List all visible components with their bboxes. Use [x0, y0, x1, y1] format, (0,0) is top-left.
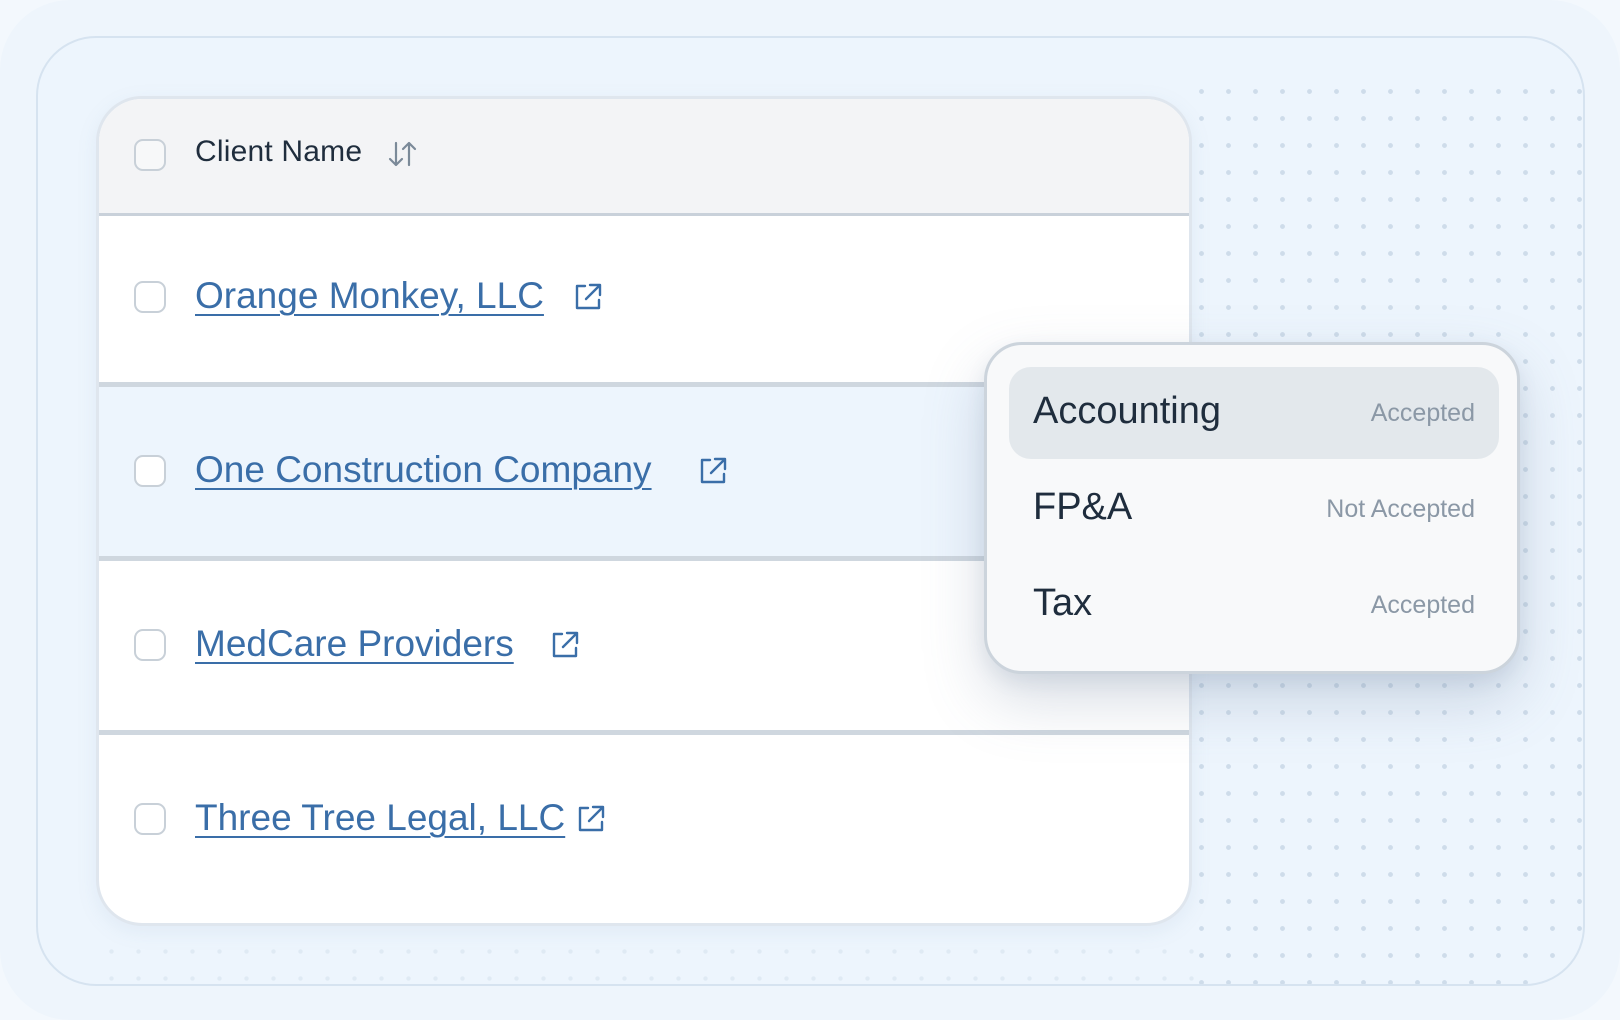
row-checkbox[interactable] [134, 803, 166, 835]
option-label: Accounting [1033, 390, 1222, 432]
option-label: FP&A [1033, 486, 1133, 528]
select-all-checkbox[interactable] [134, 139, 166, 171]
column-header-client-name[interactable]: Client Name [195, 135, 362, 169]
option-status: Accepted [1370, 591, 1475, 619]
row-checkbox[interactable] [134, 629, 166, 661]
table-header: Client Name [99, 99, 1189, 216]
dropdown-option-tax[interactable]: Tax Accepted [1009, 559, 1499, 651]
client-name-link[interactable]: One Construction Company [195, 449, 652, 491]
option-status: Accepted [1370, 399, 1475, 427]
page-background: Client Name Orange Monkey, LLC One Const… [0, 0, 1620, 1020]
client-name-link[interactable]: Orange Monkey, LLC [195, 275, 544, 317]
external-link-icon[interactable] [571, 280, 605, 314]
service-status-dropdown: Accounting Accepted FP&A Not Accepted Ta… [984, 342, 1520, 674]
row-checkbox[interactable] [134, 281, 166, 313]
option-status: Not Accepted [1326, 495, 1475, 523]
table-row: Three Tree Legal, LLC [99, 735, 1189, 909]
dropdown-option-fpa[interactable]: FP&A Not Accepted [1009, 463, 1499, 555]
dropdown-option-accounting[interactable]: Accounting Accepted [1009, 367, 1499, 459]
option-label: Tax [1033, 582, 1093, 624]
client-name-link[interactable]: Three Tree Legal, LLC [195, 797, 565, 839]
external-link-icon[interactable] [574, 802, 608, 836]
external-link-icon[interactable] [548, 628, 582, 662]
client-name-link[interactable]: MedCare Providers [195, 623, 514, 665]
dot-pattern-decoration-bottom [98, 938, 1198, 984]
sort-arrows-icon[interactable] [387, 137, 419, 171]
row-checkbox[interactable] [134, 455, 166, 487]
external-link-icon[interactable] [696, 454, 730, 488]
